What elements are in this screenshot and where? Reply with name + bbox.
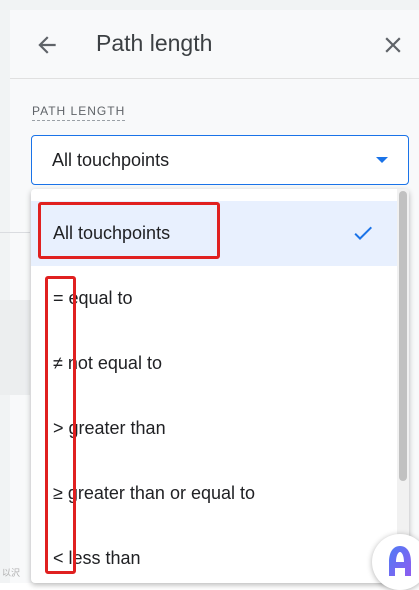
menu-scrollbar[interactable] — [397, 189, 409, 583]
select-value: All touchpoints — [52, 150, 170, 170]
menu-item-equal-to[interactable]: = equal to — [31, 266, 397, 331]
menu-item-all-touchpoints[interactable]: All touchpoints — [31, 201, 397, 266]
menu-item-label: ≥ greater than or equal to — [53, 483, 256, 503]
path-length-panel: Path length PATH LENGTH All touchpoints … — [0, 0, 419, 590]
assistant-button[interactable] — [372, 534, 419, 590]
menu-item-not-equal-to[interactable]: ≠ not equal to — [31, 331, 397, 396]
menu-item-label: < less than — [53, 548, 141, 568]
menu-item-label: All touchpoints — [53, 223, 171, 243]
path-length-select[interactable]: All touchpoints — [31, 135, 409, 185]
dropdown-menu: All touchpoints = equal to ≠ not equal t… — [31, 189, 409, 583]
section-label: PATH LENGTH — [32, 104, 126, 121]
scrollbar-thumb[interactable] — [399, 191, 407, 481]
menu-item-greater-than[interactable]: > greater than — [31, 396, 397, 461]
caret-down-icon — [376, 157, 388, 163]
background-region — [0, 300, 30, 395]
divider — [0, 232, 30, 233]
checkmark-icon — [354, 226, 372, 240]
menu-item-less-than[interactable]: < less than — [31, 526, 397, 583]
assistant-logo-icon — [389, 546, 411, 576]
menu-item-label: > greater than — [53, 418, 166, 438]
menu-item-label: ≠ not equal to — [53, 353, 162, 373]
page-title: Path length — [96, 30, 213, 56]
arrow-back-icon[interactable] — [34, 32, 60, 58]
panel-header: Path length — [10, 10, 419, 79]
menu-item-label: = equal to — [53, 288, 133, 308]
close-icon[interactable] — [380, 32, 406, 58]
menu-item-greater-than-or-equal-to[interactable]: ≥ greater than or equal to — [31, 461, 397, 526]
watermark: 以沢 — [2, 569, 21, 579]
